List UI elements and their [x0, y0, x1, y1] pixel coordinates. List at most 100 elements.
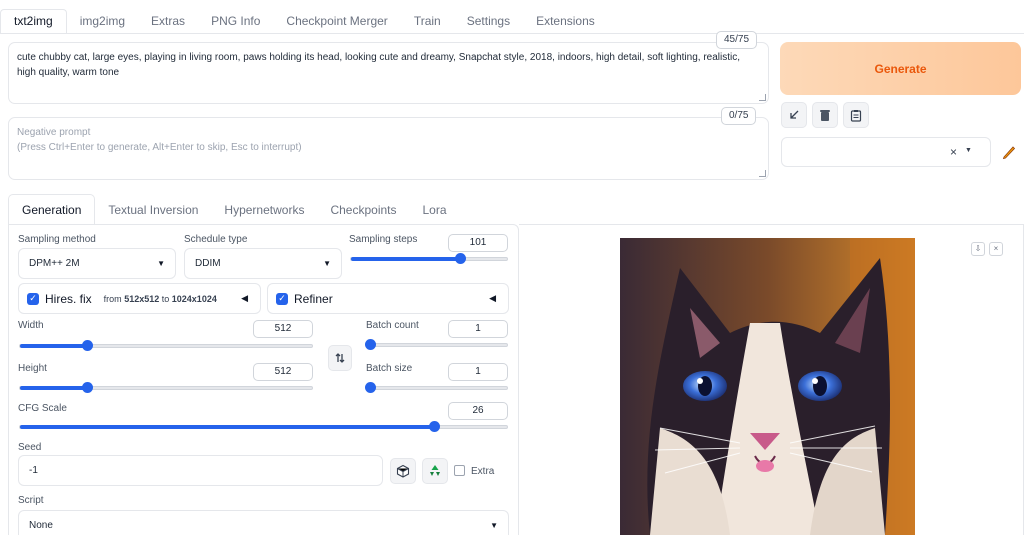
tab-hypernetworks[interactable]: Hypernetworks	[211, 195, 317, 225]
slider-fill	[20, 386, 88, 390]
tab-divider	[0, 33, 1024, 34]
recycle-icon	[430, 465, 440, 476]
tab-settings[interactable]: Settings	[454, 10, 523, 34]
hires-to-value: 1024x1024	[171, 293, 217, 304]
tab-lora[interactable]: Lora	[410, 195, 460, 225]
tab-checkpoints[interactable]: Checkpoints	[317, 195, 409, 225]
batch-size-input[interactable]: 1	[448, 363, 508, 381]
cat-image	[620, 238, 915, 535]
random-seed-button[interactable]	[390, 458, 416, 484]
chevron-down-icon: ▼	[323, 259, 331, 268]
tab-textual-inversion[interactable]: Textual Inversion	[95, 195, 211, 225]
negative-token-counter: 0/75	[721, 107, 757, 125]
slider-handle[interactable]	[428, 421, 440, 432]
arrow-down-left-icon	[790, 110, 799, 119]
extra-checkbox[interactable]	[454, 465, 465, 476]
prompt-text: cute chubby cat, large eyes, playing in …	[17, 52, 741, 78]
width-label: Width	[18, 320, 44, 331]
main-tab-bar: txt2img img2img Extras PNG Info Checkpoi…	[0, 9, 608, 34]
clipboard-icon	[850, 109, 862, 122]
negative-prompt-placeholder: Negative prompt	[17, 127, 91, 138]
refiner-checkbox[interactable]: ✓	[276, 292, 288, 305]
width-input[interactable]: 512	[253, 320, 313, 338]
slider-handle[interactable]	[365, 339, 376, 350]
generation-tab-bar: Generation Textual Inversion Hypernetwor…	[8, 194, 460, 225]
sampling-method-value: DPM++ 2M	[29, 258, 80, 269]
script-dropdown[interactable]: None ▼	[18, 510, 509, 535]
seed-input[interactable]: -1	[18, 455, 383, 486]
generate-button[interactable]: Generate	[780, 42, 1021, 95]
chevron-down-icon: ▼	[490, 521, 498, 530]
cfg-scale-input[interactable]: 26	[448, 402, 508, 420]
schedule-type-dropdown[interactable]: DDIM ▼	[184, 248, 342, 279]
cfg-scale-label: CFG Scale	[18, 403, 67, 414]
swap-arrows-icon	[335, 353, 345, 363]
apply-styles-button[interactable]	[843, 102, 869, 128]
refiner-label: Refiner	[294, 291, 333, 306]
hires-fix-accordion[interactable]: ✓ Hires. fix from 512x512 to 1024x1024 ◀	[18, 283, 261, 314]
prompt-textarea[interactable]: cute chubby cat, large eyes, playing in …	[8, 42, 769, 104]
height-slider[interactable]	[19, 382, 313, 393]
batch-size-slider[interactable]	[365, 382, 508, 393]
cfg-scale-slider[interactable]	[19, 421, 508, 432]
swap-dimensions-button[interactable]	[328, 345, 352, 371]
edit-styles-button[interactable]	[996, 137, 1022, 167]
negative-prompt-textarea[interactable]: Negative prompt (Press Ctrl+Enter to gen…	[8, 117, 769, 180]
hires-fix-checkbox[interactable]: ✓	[27, 292, 39, 305]
prompt-token-counter: 45/75	[716, 31, 758, 49]
width-slider[interactable]	[19, 340, 313, 351]
chevron-down-icon: ▼	[965, 147, 972, 154]
refiner-accordion[interactable]: ✓ Refiner ◀	[267, 283, 509, 314]
chevron-down-icon: ▼	[157, 259, 165, 268]
reuse-seed-button[interactable]	[422, 458, 448, 484]
batch-count-input[interactable]: 1	[448, 320, 508, 338]
resize-handle-icon[interactable]	[759, 94, 766, 101]
sampling-steps-input[interactable]: 101	[448, 234, 508, 252]
clear-styles-icon[interactable]: ×	[950, 145, 957, 159]
schedule-type-value: DDIM	[195, 258, 221, 269]
close-icon[interactable]: ×	[989, 242, 1003, 256]
tab-checkpoint-merger[interactable]: Checkpoint Merger	[273, 10, 400, 34]
pencil-icon	[1002, 146, 1016, 160]
schedule-type-label: Schedule type	[184, 234, 248, 245]
script-label: Script	[18, 495, 44, 506]
download-icon[interactable]: ⇩	[971, 242, 985, 256]
tab-extensions[interactable]: Extensions	[523, 10, 608, 34]
hires-from-prefix: from	[103, 293, 122, 304]
collapse-triangle-icon: ◀	[241, 293, 248, 303]
dice-icon	[396, 464, 410, 478]
sampling-steps-slider[interactable]	[350, 253, 508, 264]
slider-handle[interactable]	[365, 382, 376, 393]
styles-dropdown[interactable]: × ▼	[781, 137, 991, 167]
resize-handle-icon[interactable]	[759, 170, 766, 177]
seed-label: Seed	[18, 442, 42, 453]
tab-generation[interactable]: Generation	[8, 194, 96, 225]
trash-icon	[820, 109, 830, 121]
hires-to-prefix: to	[161, 293, 170, 304]
script-value: None	[29, 520, 53, 531]
read-params-button[interactable]	[781, 102, 807, 128]
tab-img2img[interactable]: img2img	[67, 10, 138, 34]
hires-from-value: 512x512	[124, 293, 160, 304]
sampling-steps-label: Sampling steps	[349, 234, 418, 245]
batch-count-label: Batch count	[366, 320, 419, 331]
generated-image[interactable]	[620, 238, 915, 535]
extra-label: Extra	[471, 466, 495, 477]
sampling-method-dropdown[interactable]: DPM++ 2M ▼	[18, 248, 176, 279]
batch-size-label: Batch size	[366, 363, 413, 374]
height-label: Height	[18, 363, 47, 374]
hires-fix-label: Hires. fix	[45, 291, 92, 306]
slider-fill	[351, 257, 461, 261]
hires-fix-summary: from 512x512 to 1024x1024	[104, 294, 217, 304]
tab-png-info[interactable]: PNG Info	[198, 10, 273, 34]
height-input[interactable]: 512	[253, 363, 313, 381]
negative-prompt-hint: (Press Ctrl+Enter to generate, Alt+Enter…	[17, 142, 302, 153]
sampling-method-label: Sampling method	[18, 234, 96, 245]
batch-count-slider[interactable]	[365, 339, 508, 350]
slider-fill	[20, 425, 434, 429]
collapse-triangle-icon: ◀	[489, 293, 496, 303]
tab-txt2img[interactable]: txt2img	[0, 9, 67, 34]
tab-train[interactable]: Train	[401, 10, 454, 34]
tab-extras[interactable]: Extras	[138, 10, 198, 34]
clear-prompt-button[interactable]	[812, 102, 838, 128]
